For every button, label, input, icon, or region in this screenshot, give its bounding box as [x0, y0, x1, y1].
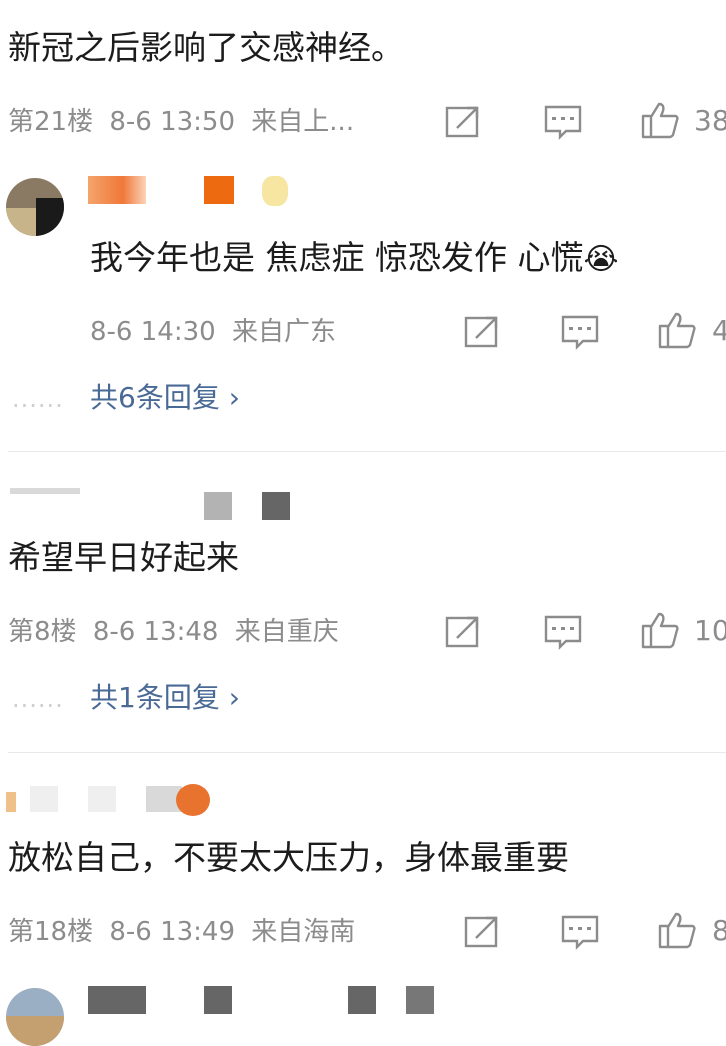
like-icon[interactable]	[657, 310, 697, 350]
username-blurred[interactable]	[88, 786, 116, 812]
comment-icon[interactable]	[560, 312, 600, 352]
comment-text: 新冠之后影响了交感神经。	[8, 28, 404, 67]
like-icon[interactable]	[640, 100, 680, 140]
comment-icon[interactable]	[543, 612, 583, 652]
divider	[8, 451, 726, 452]
comment-meta: 第18楼 8-6 13:49 来自海南	[8, 916, 355, 948]
like-icon[interactable]	[640, 610, 680, 650]
view-replies-link[interactable]: 共1条回复 ›	[90, 681, 240, 715]
timestamp: 8-6 13:50	[109, 107, 236, 137]
location: 来自海南	[251, 917, 356, 947]
user-badge-icon	[262, 492, 290, 520]
floor-number: 第18楼	[8, 917, 94, 947]
reply-dots: ......	[12, 385, 64, 413]
comment-icon[interactable]	[543, 102, 583, 142]
user-badge	[348, 986, 376, 1014]
username-blurred[interactable]	[88, 986, 146, 1014]
location: 来自重庆	[234, 617, 339, 647]
cut-off-text	[0, 0, 240, 2]
comment-text: 我今年也是 焦虑症 惊恐发作 心慌😭	[90, 238, 619, 280]
location: 来自广东	[231, 317, 336, 347]
comment-text: 希望早日好起来	[8, 538, 239, 577]
comment-meta: 第8楼 8-6 13:48 来自重庆	[8, 616, 339, 648]
user-level-icon	[176, 784, 210, 816]
comment-meta: 8-6 14:30 来自广东	[90, 316, 336, 348]
share-icon[interactable]	[443, 612, 483, 652]
like-count: 8	[712, 914, 726, 947]
share-icon[interactable]	[462, 312, 502, 352]
comment-text: 放松自己，不要太大压力，身体最重要	[8, 838, 569, 877]
floor-number: 第21楼	[8, 107, 94, 137]
crying-emoji-icon: 😭	[583, 242, 619, 277]
comment-text-body: 我今年也是 焦虑症 惊恐发作 心慌	[90, 238, 584, 277]
user-badge	[406, 986, 434, 1014]
view-replies-link[interactable]: 共6条回复 ›	[90, 381, 240, 415]
timestamp: 8-6 13:49	[109, 917, 236, 947]
timestamp: 8-6 13:48	[92, 617, 219, 647]
comment-meta: 第21楼 8-6 13:50 来自上...	[8, 106, 354, 138]
user-badge-icon	[262, 176, 288, 206]
location: 来自上...	[251, 107, 355, 137]
comment-icon[interactable]	[560, 912, 600, 952]
user-badge	[204, 492, 232, 520]
floor-number: 第8楼	[8, 617, 77, 647]
avatar[interactable]	[6, 792, 16, 812]
like-count: 4	[712, 314, 726, 347]
user-badge	[204, 176, 234, 204]
avatar[interactable]	[6, 988, 64, 1046]
avatar[interactable]	[6, 178, 64, 236]
share-icon[interactable]	[462, 912, 502, 952]
username-blurred[interactable]	[30, 786, 58, 812]
username-blurred[interactable]	[204, 986, 232, 1014]
timestamp: 8-6 14:30	[90, 317, 216, 347]
username-blurred[interactable]	[10, 488, 80, 494]
divider	[8, 752, 726, 753]
reply-dots: ......	[12, 685, 64, 713]
like-count: 38	[694, 104, 726, 137]
share-icon[interactable]	[443, 102, 483, 142]
username-blurred[interactable]	[88, 176, 146, 204]
like-count: 10	[694, 614, 726, 647]
like-icon[interactable]	[657, 910, 697, 950]
